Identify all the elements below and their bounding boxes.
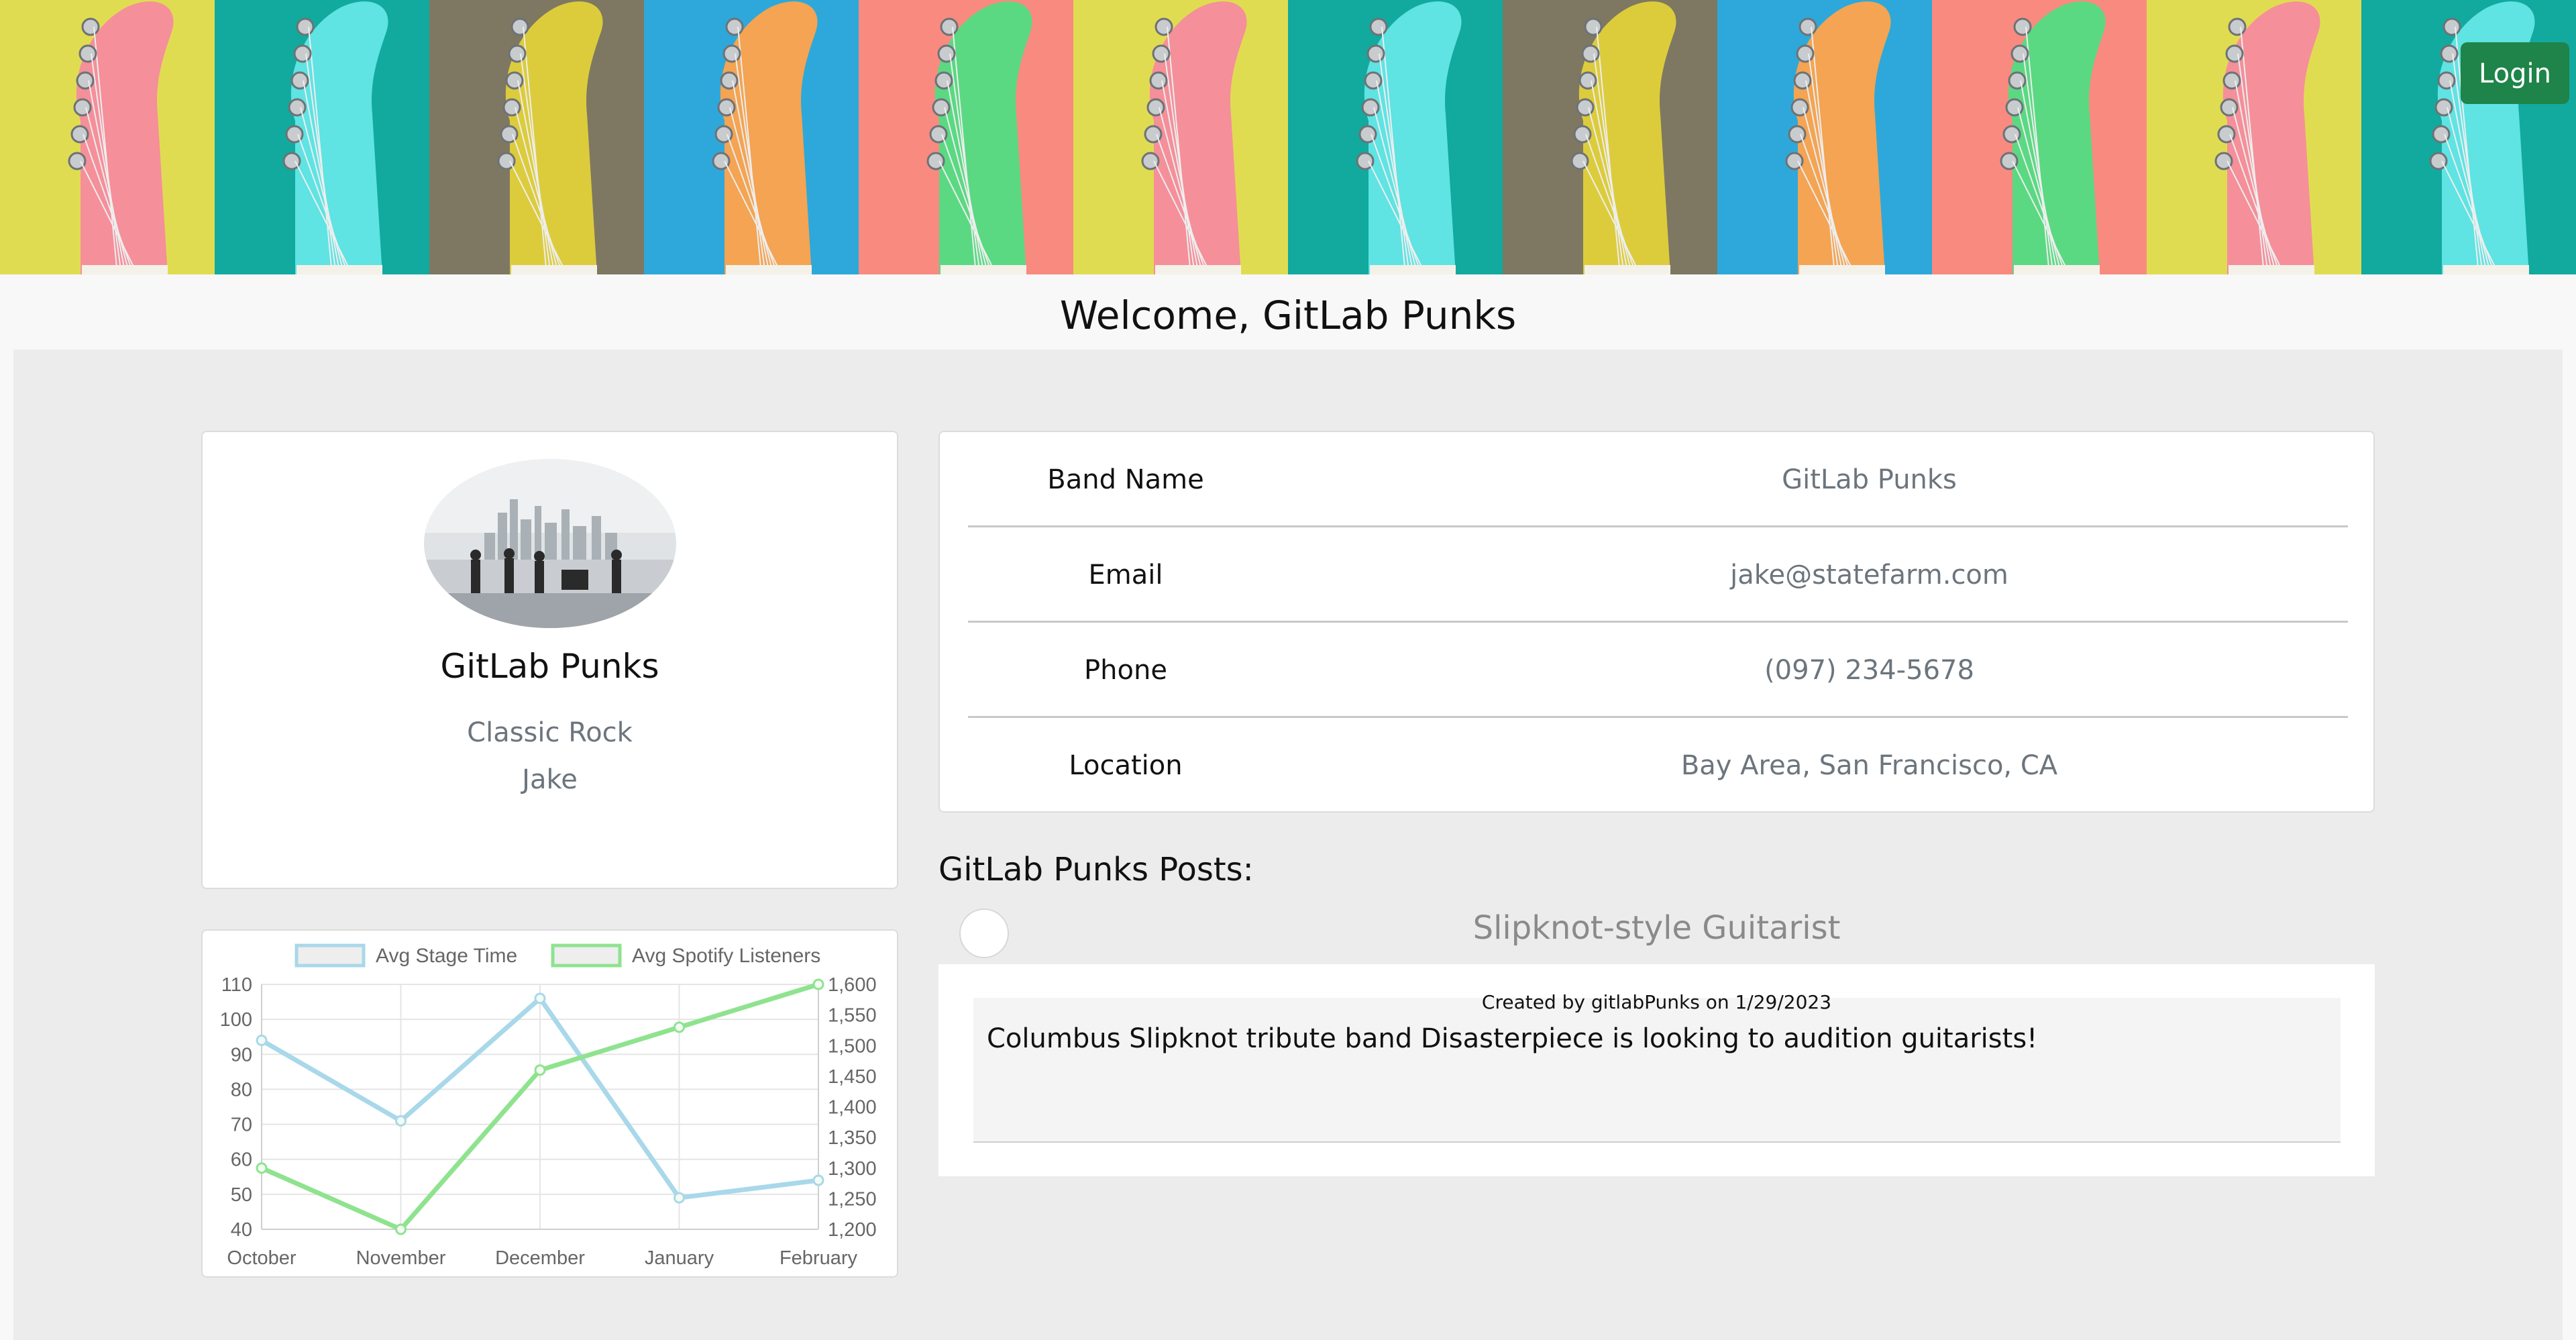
y-left-tick-label: 100 [220, 1009, 252, 1031]
info-row-band-name: Band Name GitLab Punks [968, 432, 2348, 527]
post-title[interactable]: Slipknot-style Guitarist [938, 909, 2375, 947]
y-right-tick-label: 1,550 [828, 1005, 877, 1027]
info-value: Bay Area, San Francisco, CA [1680, 750, 2058, 781]
guitar-headstock-icon [1288, 0, 1503, 274]
post-card: Columbus Slipknot tribute band Disasterp… [938, 964, 2375, 1176]
y-right-tick-label: 1,500 [828, 1035, 877, 1057]
x-tick-label: October [227, 1247, 296, 1269]
y-left-tick-label: 70 [231, 1115, 252, 1136]
guitar-headstock-icon [2361, 0, 2576, 274]
info-value: jake@statefarm.com [1730, 560, 2008, 590]
info-label: Email [1088, 560, 1163, 590]
guitar-headstock-icon [1932, 0, 2147, 274]
y-right-tick-label: 1,350 [828, 1127, 877, 1149]
legend-label: Avg Stage Time [376, 945, 517, 967]
guitar-headstock-icon [0, 0, 215, 274]
y-left-tick-label: 60 [231, 1149, 252, 1171]
band-name: GitLab Punks [440, 647, 659, 686]
y-right-tick-label: 1,200 [828, 1219, 877, 1241]
post-author-avatar [959, 909, 1009, 958]
info-row-location: Location Bay Area, San Francisco, CA [968, 718, 2348, 813]
guitar-headstock-icon [2147, 0, 2361, 274]
band-genre: Classic Rock [467, 717, 633, 748]
post-meta: Created by gitlabPunks on 1/29/2023 [1481, 991, 1832, 1013]
data-point [812, 978, 824, 990]
info-row-phone: Phone (097) 234-5678 [968, 623, 2348, 718]
page-title: Welcome, GitLab Punks [0, 274, 2576, 350]
y-right-tick-label: 1,450 [828, 1066, 877, 1088]
post-body-box: Columbus Slipknot tribute band Disasterp… [973, 998, 2341, 1143]
data-point [674, 1192, 685, 1204]
y-right-tick-label: 1,600 [828, 974, 877, 996]
guitar-headstock-icon [429, 0, 644, 274]
info-label: Location [1069, 750, 1183, 781]
guitar-headstock-icon [644, 0, 859, 274]
y-right-tick-label: 1,300 [828, 1158, 877, 1180]
guitar-headstock-icon [215, 0, 429, 274]
y-right-tick-label: 1,400 [828, 1097, 877, 1119]
data-point [395, 1115, 407, 1127]
guitar-headstock-icon [1717, 0, 1932, 274]
x-tick-label: January [645, 1247, 714, 1269]
y-right-tick-label: 1,250 [828, 1188, 877, 1210]
posts-heading: GitLab Punks Posts: [938, 851, 1254, 888]
header-banner [0, 0, 2576, 274]
stats-chart-card: 110 100 90 80 70 60 50 40 1,600 1,550 1,500 1,450 1,… [201, 929, 898, 1278]
info-label: Band Name [1047, 464, 1204, 495]
y-left-tick-label: 90 [231, 1044, 252, 1066]
band-avatar [424, 459, 676, 628]
login-button[interactable]: Login [2461, 42, 2569, 104]
y-left-tick-label: 50 [231, 1184, 252, 1206]
data-point [395, 1223, 407, 1235]
band-contact-name: Jake [522, 764, 578, 795]
info-value: (097) 234-5678 [1764, 655, 1974, 686]
data-point [256, 1162, 268, 1174]
stats-line-chart: 110 100 90 80 70 60 50 40 1,600 1,550 1,500 1,450 1,… [220, 943, 877, 1269]
y-left-tick-label: 80 [231, 1079, 252, 1100]
guitar-headstock-icon [1503, 0, 1717, 274]
y-left-tick-label: 110 [221, 974, 252, 996]
data-point [256, 1034, 268, 1046]
data-point [674, 1021, 685, 1033]
legend-swatch [551, 943, 622, 968]
post-body: Columbus Slipknot tribute band Disasterp… [987, 1023, 2038, 1054]
band-info-card: Band Name GitLab Punks Email jake@statef… [938, 431, 2375, 813]
band-photo-icon [424, 459, 676, 628]
x-tick-label: December [495, 1247, 585, 1269]
info-row-email: Email jake@statefarm.com [968, 527, 2348, 623]
data-point [534, 1064, 546, 1076]
legend-label: Avg Spotify Listeners [632, 945, 820, 967]
info-label: Phone [1084, 655, 1167, 686]
data-point [534, 992, 546, 1004]
legend-swatch [294, 943, 366, 968]
y-left-tick-label: 40 [231, 1219, 252, 1241]
data-point [812, 1174, 824, 1186]
guitar-headstock-icon [859, 0, 1073, 274]
x-tick-label: February [780, 1247, 858, 1269]
guitar-headstock-icon [1073, 0, 1288, 274]
x-tick-label: November [356, 1247, 446, 1269]
profile-card: GitLab Punks Classic Rock Jake [201, 431, 898, 889]
info-value: GitLab Punks [1782, 464, 1957, 495]
